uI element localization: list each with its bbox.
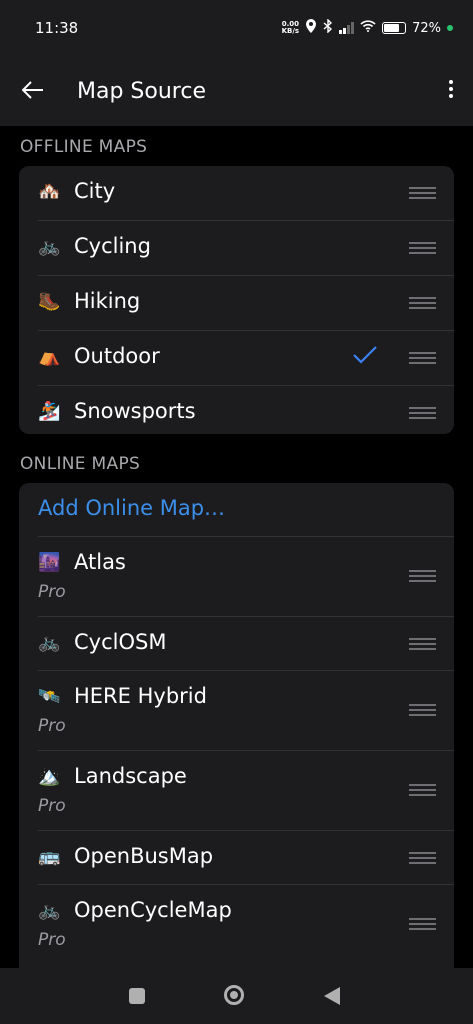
overflow-menu-button[interactable] [449, 80, 455, 98]
status-icons: 0.00 KB/s 72% [281, 18, 453, 37]
pro-badge: Pro [38, 582, 66, 602]
drag-handle-icon[interactable] [409, 242, 436, 254]
list-item-opencyclemap[interactable]: 🚲 OpenCycleMap Pro [38, 885, 454, 964]
pro-badge: Pro [38, 716, 66, 736]
list-item-here-hybrid[interactable]: 🛰️ HERE Hybrid Pro [38, 671, 454, 751]
status-bar: 11:38 0.00 KB/s 72% [0, 0, 473, 56]
bicycle-icon: 🚲 [38, 900, 61, 921]
pro-badge: Pro [38, 796, 66, 816]
drag-handle-icon[interactable] [409, 187, 436, 199]
pro-badge: Pro [38, 930, 66, 950]
system-nav-bar [0, 968, 473, 1024]
add-online-map-row[interactable]: Add Online Map… [38, 483, 454, 537]
bicycle-icon: 🚲 [38, 236, 61, 257]
list-item-snowsports[interactable]: 🏂 Snowsports [38, 386, 454, 434]
city-icon: 🏘️ [38, 181, 61, 202]
drag-handle-icon[interactable] [409, 918, 436, 930]
drag-handle-icon[interactable] [409, 297, 436, 309]
mountain-icon: 🏔️ [38, 766, 61, 787]
list-item-cyclosm[interactable]: 🚲 CyclOSM [38, 617, 454, 671]
offline-maps-header: OFFLINE MAPS [20, 137, 148, 157]
add-online-map-link[interactable]: Add Online Map… [38, 496, 225, 520]
system-back-button[interactable] [324, 987, 340, 1005]
cityscape-icon: 🌆 [38, 552, 61, 573]
tent-icon: ⛺ [38, 346, 61, 367]
drag-handle-icon[interactable] [409, 570, 436, 582]
list-item-cycling[interactable]: 🚲 Cycling [38, 221, 454, 276]
hiking-boot-icon: 🥾 [38, 291, 61, 312]
drag-handle-icon[interactable] [409, 852, 436, 864]
snowboard-icon: 🏂 [38, 401, 61, 422]
home-button[interactable] [224, 985, 244, 1005]
list-item-landscape[interactable]: 🏔️ Landscape Pro [38, 751, 454, 831]
online-maps-list: Add Online Map… 🌆 Atlas Pro 🚲 CyclOSM 🛰️… [19, 483, 454, 983]
list-item-outdoor[interactable]: ⛺ Outdoor [38, 331, 454, 386]
page-title: Map Source [77, 78, 206, 104]
more-vert-icon [449, 80, 453, 84]
status-time: 11:38 [35, 19, 79, 37]
offline-maps-list: 🏘️ City 🚲 Cycling 🥾 Hiking ⛺ Outdoor 🏂 S… [19, 166, 454, 434]
bluetooth-icon [323, 18, 333, 37]
list-item-hiking[interactable]: 🥾 Hiking [38, 276, 454, 331]
satellite-icon: 🛰️ [38, 686, 61, 707]
drag-handle-icon[interactable] [409, 638, 436, 650]
battery-icon [382, 22, 407, 34]
drag-handle-icon[interactable] [409, 407, 436, 419]
back-button[interactable] [0, 76, 82, 106]
bicycle-icon: 🚲 [38, 632, 61, 653]
battery-level: 72% [412, 20, 441, 36]
checkmark-icon [352, 343, 378, 371]
drag-handle-icon[interactable] [409, 704, 436, 716]
wifi-icon [360, 20, 376, 36]
signal-icon [339, 22, 355, 34]
list-item-atlas[interactable]: 🌆 Atlas Pro [38, 537, 454, 617]
network-speed: 0.00 KB/s [281, 20, 300, 35]
app-bar: Map Source [0, 56, 473, 126]
arrow-left-icon [21, 81, 43, 99]
privacy-indicator-icon [447, 25, 453, 31]
location-icon [305, 19, 317, 37]
list-item-openbusmap[interactable]: 🚌 OpenBusMap [38, 831, 454, 885]
drag-handle-icon[interactable] [409, 352, 436, 364]
list-item-city[interactable]: 🏘️ City [38, 166, 454, 221]
recents-button[interactable] [129, 988, 145, 1004]
drag-handle-icon[interactable] [409, 784, 436, 796]
bus-icon: 🚌 [38, 846, 61, 867]
online-maps-header: ONLINE MAPS [20, 454, 141, 474]
